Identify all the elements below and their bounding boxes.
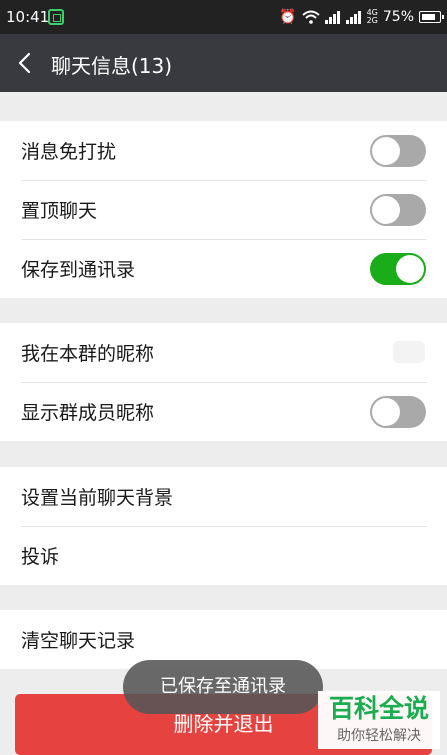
back-arrow-icon[interactable] bbox=[14, 51, 38, 75]
watermark-sub-text: 助你轻松解决 bbox=[337, 728, 421, 744]
show-member-nicknames-label: 显示群成员昵称 bbox=[21, 402, 155, 424]
title-bar: 聊天信息(13) bbox=[0, 34, 447, 92]
watermark-main-text: 百科全说 bbox=[328, 694, 429, 723]
signal-2-icon bbox=[345, 11, 361, 24]
settings-group-1: 消息免打扰 置顶聊天 保存到通讯录 bbox=[0, 121, 447, 298]
pin-chat-label: 置顶聊天 bbox=[21, 200, 98, 222]
chat-background-row[interactable]: 设置当前聊天背景 bbox=[0, 467, 447, 526]
complain-label: 投诉 bbox=[21, 546, 60, 568]
alarm-icon: ⏰ bbox=[279, 9, 297, 25]
network-type: 4G 2G bbox=[366, 8, 378, 25]
status-icons: ⏰ 4G 2G 75% bbox=[279, 6, 444, 28]
watermark-logo: 百科全说 助你轻松解决 bbox=[318, 691, 440, 749]
save-to-contacts-row[interactable]: 保存到通讯录 bbox=[0, 239, 447, 298]
signal-icon bbox=[324, 11, 340, 24]
my-group-nickname-row[interactable]: 我在本群的昵称 bbox=[0, 323, 447, 382]
mute-notifications-switch[interactable] bbox=[370, 135, 426, 167]
status-time: 10:41 bbox=[6, 8, 50, 26]
settings-group-2: 我在本群的昵称 显示群成员昵称 bbox=[0, 323, 447, 441]
save-to-contacts-switch[interactable] bbox=[370, 253, 426, 285]
chat-background-label: 设置当前聊天背景 bbox=[21, 487, 174, 509]
screenshot-app-icon bbox=[48, 9, 64, 25]
pin-chat-row[interactable]: 置顶聊天 bbox=[0, 180, 447, 239]
clear-history-label: 清空聊天记录 bbox=[21, 630, 136, 652]
wifi-icon bbox=[301, 10, 320, 24]
battery-icon bbox=[419, 11, 444, 23]
mute-notifications-label: 消息免打扰 bbox=[21, 141, 117, 163]
save-to-contacts-label: 保存到通讯录 bbox=[21, 259, 136, 281]
switch-knob bbox=[372, 137, 400, 165]
nickname-value-blurred bbox=[393, 341, 425, 363]
battery-percent: 75% bbox=[382, 9, 414, 25]
page-title: 聊天信息(13) bbox=[51, 54, 173, 78]
status-bar: 10:41 ⏰ 4G 2G 75% bbox=[0, 0, 447, 34]
show-member-nicknames-row[interactable]: 显示群成员昵称 bbox=[0, 382, 447, 441]
settings-group-3: 设置当前聊天背景 投诉 bbox=[0, 467, 447, 585]
switch-knob bbox=[372, 398, 400, 426]
show-member-nicknames-switch[interactable] bbox=[370, 396, 426, 428]
mute-notifications-row[interactable]: 消息免打扰 bbox=[0, 121, 447, 180]
switch-knob bbox=[372, 196, 400, 224]
pin-chat-switch[interactable] bbox=[370, 194, 426, 226]
switch-knob bbox=[396, 255, 424, 283]
saved-toast: 已保存至通讯录 bbox=[123, 660, 323, 714]
complain-row[interactable]: 投诉 bbox=[0, 526, 447, 585]
my-group-nickname-label: 我在本群的昵称 bbox=[21, 343, 155, 365]
